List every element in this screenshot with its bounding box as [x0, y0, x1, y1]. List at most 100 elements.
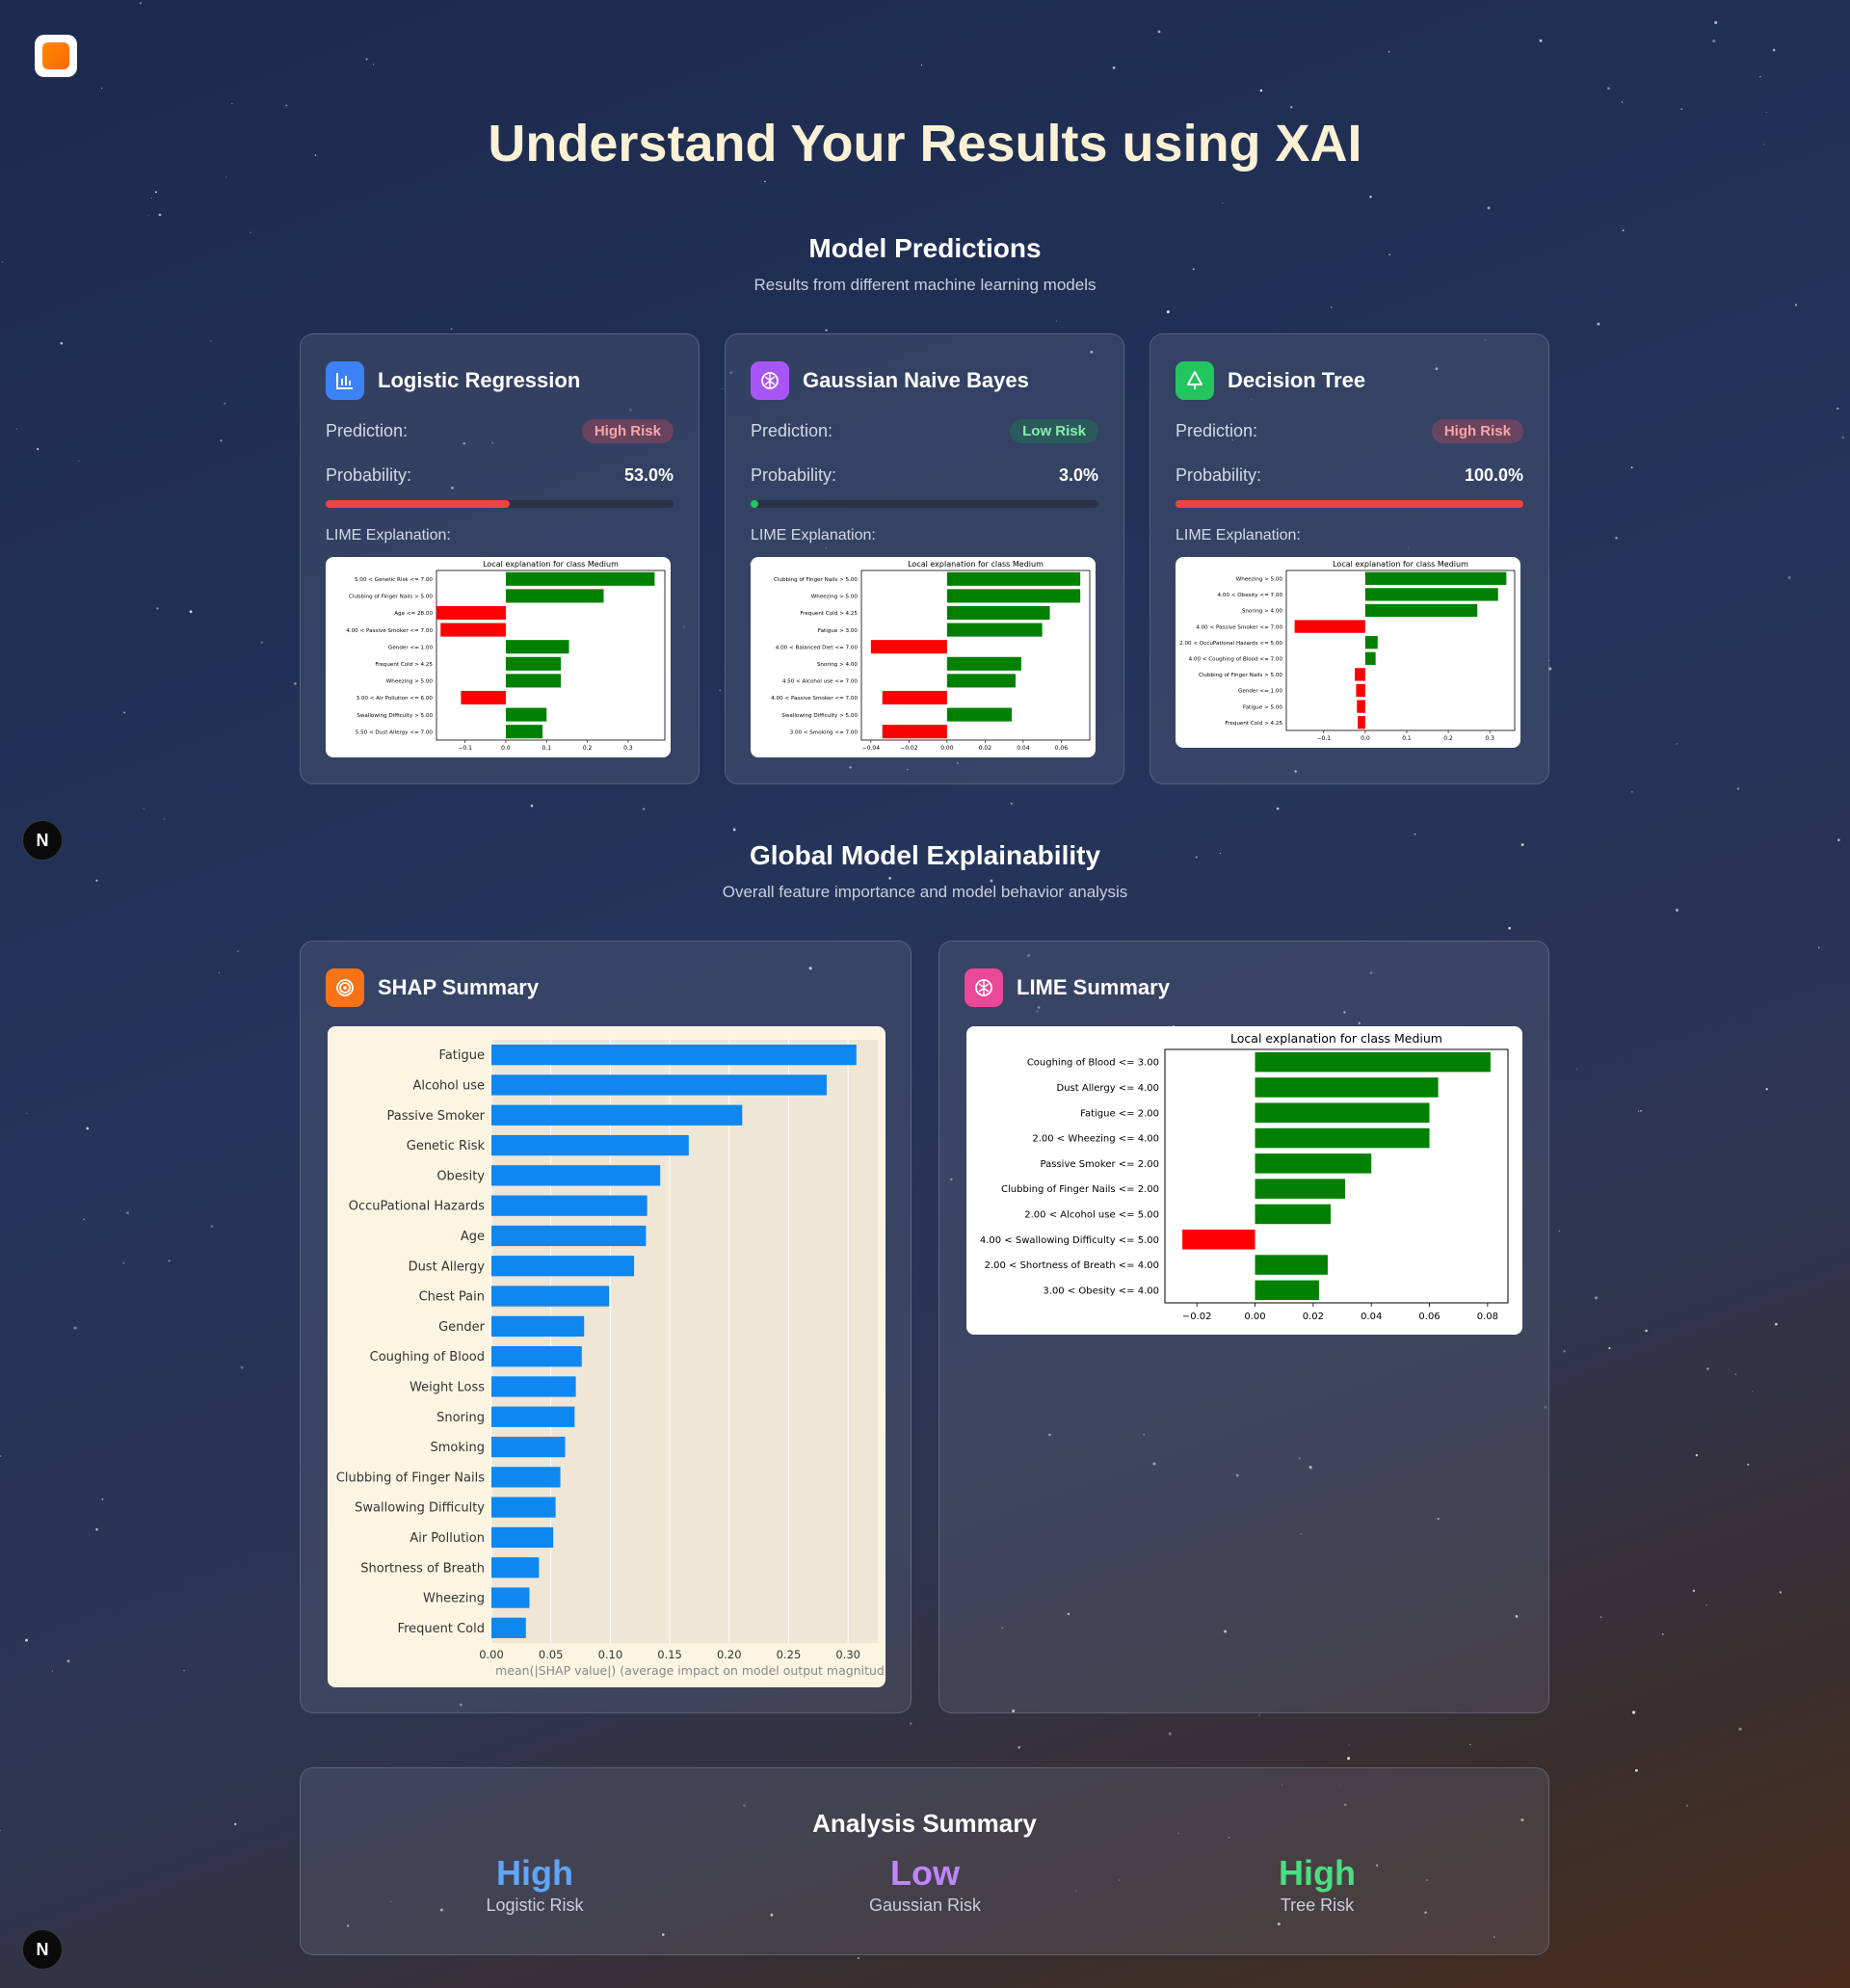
- star: [1765, 1088, 1768, 1091]
- star: [225, 176, 227, 178]
- bar: [505, 656, 562, 671]
- category-label: Obesity: [436, 1169, 485, 1183]
- star: [888, 877, 891, 880]
- star: [210, 340, 212, 342]
- feature-label: Gender <= 1.00: [1238, 689, 1282, 695]
- tick-label: 0.00: [1244, 1312, 1265, 1322]
- star: [1166, 310, 1170, 314]
- tick-label: −0.04: [862, 745, 881, 752]
- star: [1841, 436, 1844, 439]
- bar: [1357, 700, 1365, 713]
- tick-label: 0.0: [501, 745, 511, 752]
- tick-label: 0.2: [583, 745, 593, 752]
- star: [1736, 787, 1740, 790]
- star: [1018, 1745, 1021, 1749]
- feature-label: Frequent Cold > 4.25: [800, 611, 858, 617]
- star: [123, 711, 126, 714]
- star: [733, 827, 735, 829]
- star: [530, 804, 534, 808]
- star: [1775, 1322, 1778, 1326]
- star: [183, 1669, 185, 1672]
- bar: [491, 1104, 743, 1126]
- star: [231, 103, 233, 105]
- star: [86, 1127, 90, 1130]
- feature-label: Wheezing > 5.00: [811, 595, 859, 600]
- bar: [1355, 668, 1365, 681]
- bar: [491, 1467, 561, 1488]
- feature-label: 3.00 < Obesity <= 4.00: [1043, 1286, 1159, 1296]
- probability-label: Probability:: [1176, 465, 1262, 485]
- category-label: Weight Loss: [410, 1380, 485, 1394]
- model-card-decision-tree: Decision Tree Prediction: High Risk Prob…: [1150, 333, 1549, 784]
- bar: [491, 1436, 566, 1458]
- bar: [491, 1134, 689, 1156]
- category-label: Smoking: [430, 1441, 485, 1455]
- feature-label: Dust Allergy <= 4.00: [1057, 1083, 1159, 1094]
- summary-value: High: [1279, 1853, 1356, 1893]
- bar: [491, 1406, 575, 1427]
- tick-label: −0.1: [1316, 735, 1331, 742]
- star: [910, 1722, 912, 1725]
- star: [1259, 89, 1263, 93]
- star: [1759, 75, 1761, 78]
- feature-label: Wheezing > 5.00: [386, 679, 434, 685]
- lime-chart: Local explanation for class Medium 5.00 <…: [346, 560, 666, 752]
- star: [1487, 206, 1491, 210]
- star: [1414, 833, 1416, 835]
- star: [1680, 108, 1683, 111]
- app-logo[interactable]: [35, 35, 77, 77]
- star: [233, 1822, 237, 1826]
- category-label: Wheezing: [423, 1592, 485, 1606]
- tick-label: −0.02: [1182, 1312, 1212, 1322]
- chart-title: Local explanation for class Medium: [1333, 560, 1468, 569]
- risk-badge: High Risk: [1431, 419, 1523, 443]
- tick-label: 0.10: [598, 1648, 623, 1661]
- star: [1645, 1329, 1648, 1333]
- probability-bar-fill: [751, 500, 758, 508]
- bar: [491, 1526, 554, 1549]
- star: [220, 439, 223, 442]
- star: [1779, 1591, 1783, 1594]
- probability-value: 53.0%: [623, 465, 674, 485]
- summary-label: Gaussian Risk: [868, 1895, 982, 1915]
- star: [1388, 50, 1390, 53]
- brain-icon: [751, 361, 789, 400]
- feature-label: 3.00 < Smoking <= 7.00: [790, 729, 859, 735]
- feature-label: Passive Smoker <= 2.00: [1041, 1159, 1159, 1170]
- lime-summary-chart: Local explanation for class Medium Coughi…: [980, 1031, 1509, 1322]
- prediction-label: Prediction:: [326, 421, 409, 440]
- shap-summary-card: SHAP Summary 0.00 0.05 0.10 0.15 0.20 0.25 0.3…: [300, 941, 912, 1713]
- star: [1634, 1768, 1638, 1772]
- bar: [491, 1346, 582, 1367]
- feature-label: 4.00 < Passive Smoker <= 7.00: [1196, 624, 1282, 630]
- feature-label: Coughing of Blood <= 3.00: [1027, 1058, 1159, 1069]
- bar: [1255, 1077, 1439, 1098]
- star: [1836, 407, 1839, 411]
- bar: [946, 674, 1016, 688]
- model-name: Decision Tree: [1228, 368, 1366, 392]
- star: [372, 64, 375, 66]
- tick-label: 0.06: [1418, 1312, 1440, 1322]
- star: [1192, 268, 1195, 271]
- shap-chart: 0.00 0.05 0.10 0.15 0.20 0.25 0.30 Fatigue Alcoh…: [336, 1040, 885, 1678]
- category-label: OccuPational Hazards: [349, 1200, 486, 1214]
- feature-label: Snoring > 4.00: [1242, 609, 1283, 615]
- tick-label: 0.00: [479, 1648, 504, 1661]
- predictions-subtitle: Results from different machine learning …: [753, 276, 1097, 294]
- summary-tree: High Tree Risk: [1173, 1853, 1462, 1916]
- risk-badge: High Risk: [581, 419, 674, 443]
- starfield-background: [0, 2, 1844, 1959]
- summary-logistic: High Logistic Risk: [390, 1853, 679, 1916]
- bar: [491, 1045, 857, 1066]
- bar: [491, 1165, 661, 1186]
- probability-label: Probability:: [326, 465, 412, 485]
- tick-label: 0.02: [1303, 1312, 1324, 1322]
- star: [83, 1218, 85, 1220]
- star: [95, 879, 98, 882]
- star: [1563, 1350, 1566, 1353]
- star: [1714, 20, 1718, 24]
- category-label: Clubbing of Finger Nails: [336, 1471, 485, 1485]
- feature-label: 2.00 < Alcohol use <= 5.00: [1024, 1209, 1159, 1220]
- lime-explanation-label: LIME Explanation:: [1176, 527, 1301, 543]
- nextjs-badge-bottom[interactable]: N: [22, 1929, 63, 1970]
